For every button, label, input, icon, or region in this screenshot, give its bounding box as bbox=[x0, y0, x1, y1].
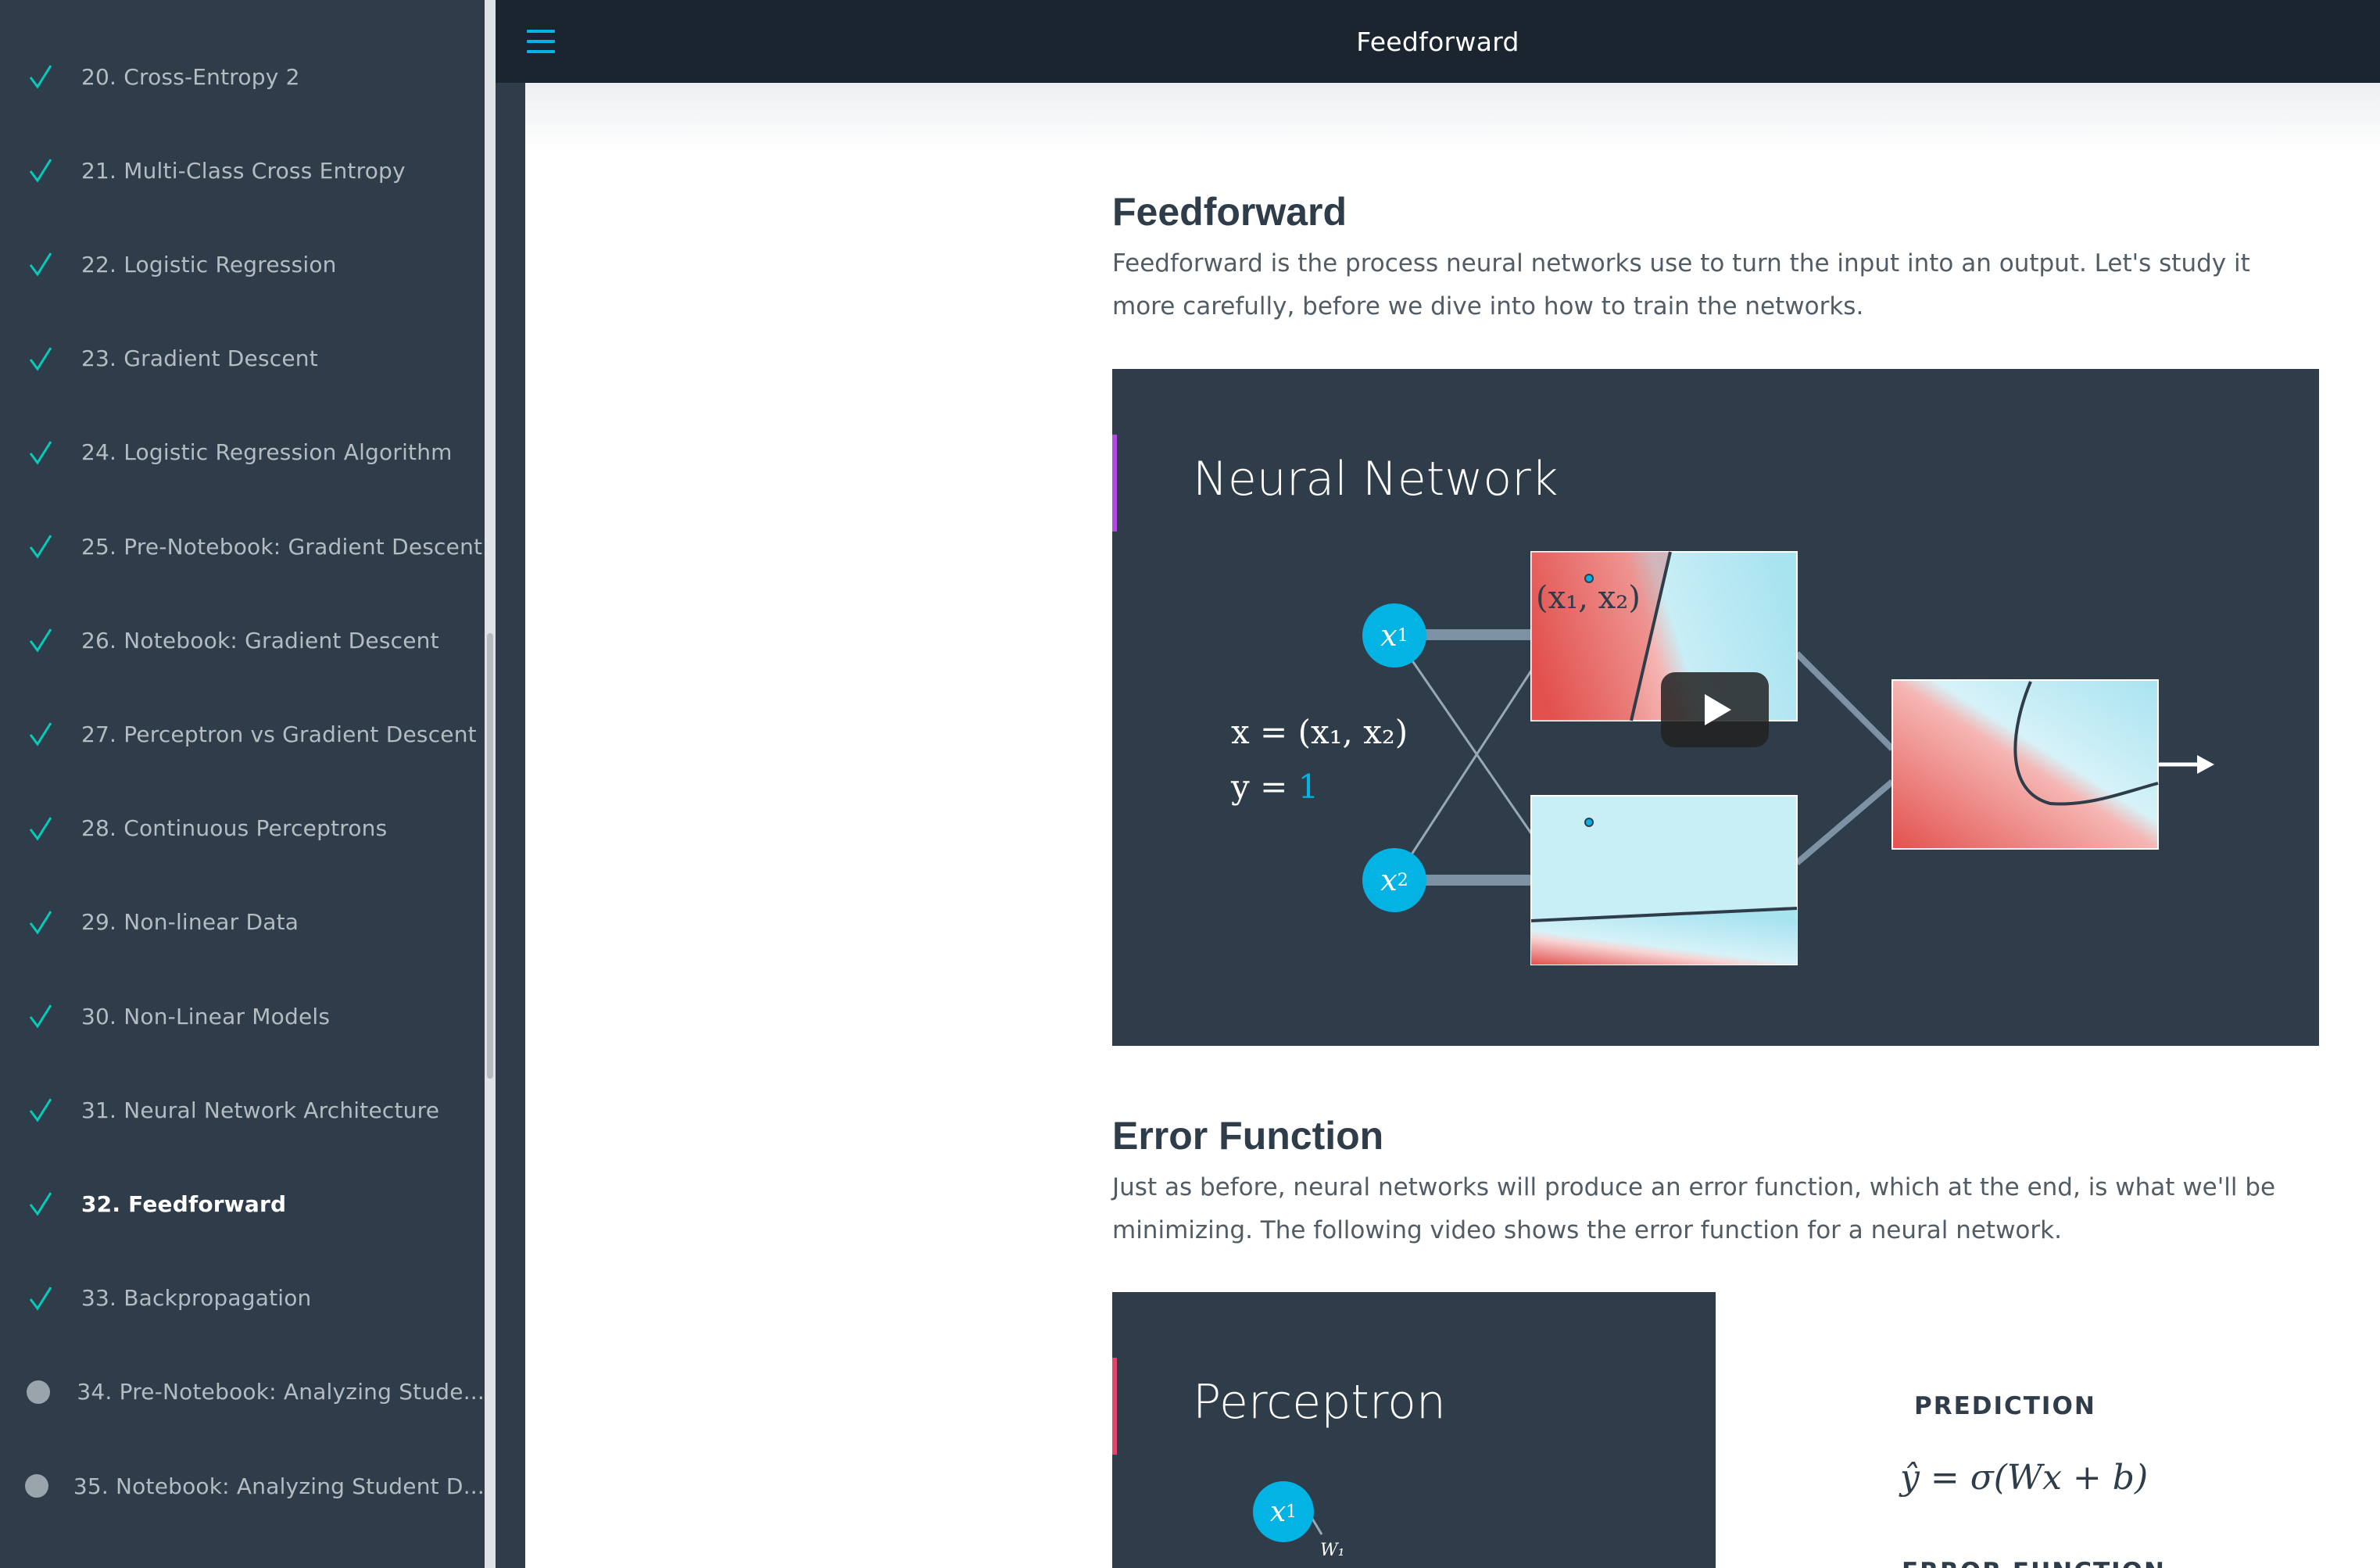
lesson-label: 27. Perceptron vs Gradient Descent bbox=[81, 721, 477, 747]
neural-network-video[interactable]: Neural Network (x₁, x₂) x 1 x 2 x = (x₁,… bbox=[1112, 369, 2319, 1046]
node-subscript: 1 bbox=[1397, 625, 1408, 646]
circle-icon bbox=[0, 1380, 77, 1404]
sidebar-lesson-item[interactable]: 27. Perceptron vs Gradient Descent bbox=[0, 687, 485, 781]
checkmark-icon bbox=[0, 627, 81, 653]
section-body: Feedforward is the process neural networ… bbox=[1112, 249, 2250, 320]
lesson-label: 32. Feedforward bbox=[81, 1190, 287, 1217]
content-gutter bbox=[496, 0, 525, 1568]
sidebar-lesson-item[interactable]: 34. Pre-Notebook: Analyzing Stude... bbox=[0, 1345, 485, 1439]
edge-top-output bbox=[1795, 651, 1895, 751]
lesson-label: 30. Non-Linear Models bbox=[81, 1003, 331, 1029]
sidebar-lesson-item[interactable]: 30. Non-Linear Models bbox=[0, 969, 485, 1063]
lesson-label: 25. Pre-Notebook: Gradient Descent bbox=[81, 533, 483, 560]
sidebar-lesson-item[interactable]: 28. Continuous Perceptrons bbox=[0, 782, 485, 875]
sidebar-lesson-item[interactable]: 32. Feedforward bbox=[0, 1157, 485, 1251]
feedforward-section: Feedforward Feedforward is the process n… bbox=[1112, 189, 2319, 328]
weight-label: W₁ bbox=[1320, 1541, 1345, 1560]
lesson-label: 20. Cross-Entropy 2 bbox=[81, 63, 300, 90]
lesson-label: 23. Gradient Descent bbox=[81, 345, 318, 372]
lesson-sidebar: 20. Cross-Entropy 2 21. Multi-Class Cross… bbox=[0, 0, 485, 1568]
lesson-label: 26. Notebook: Gradient Descent bbox=[81, 627, 439, 653]
sidebar-lesson-item[interactable]: 22. Logistic Regression bbox=[0, 217, 485, 311]
checkmark-icon bbox=[0, 157, 81, 184]
checkmark-icon bbox=[0, 439, 81, 466]
prediction-formula: ŷ = σ(Wx + b) bbox=[1900, 1458, 2149, 1498]
error-function-label: ERROR FUNCTION bbox=[1902, 1558, 2166, 1568]
sidebar-lesson-item[interactable]: 26. Notebook: Gradient Descent bbox=[0, 593, 485, 687]
input-node-x1: x1 bbox=[1253, 1481, 1314, 1542]
sidebar-lesson-item[interactable]: 24. Logistic Regression Algorithm bbox=[0, 406, 485, 499]
node-label: x bbox=[1380, 863, 1398, 897]
perceptron-video[interactable]: Perceptron x1 W₁ PREDICTION ŷ = σ(Wx + b… bbox=[1112, 1292, 2319, 1568]
node-subscript: 2 bbox=[1397, 870, 1408, 890]
sidebar-lesson-item[interactable]: 21. Multi-Class Cross Entropy bbox=[0, 124, 485, 217]
section-body: Just as before, neural networks will pro… bbox=[1112, 1173, 2276, 1244]
checkmark-icon bbox=[0, 533, 81, 560]
output-panel bbox=[1891, 679, 2159, 850]
bottom-hidden-panel bbox=[1530, 795, 1798, 965]
lesson-label: 22. Logistic Regression bbox=[81, 251, 337, 277]
sidebar-lesson-item[interactable]: 23. Gradient Descent bbox=[0, 312, 485, 406]
input-node-x1: x1 bbox=[1362, 603, 1426, 668]
edge-x1-bottom bbox=[1401, 646, 1536, 839]
perceptron-diagram bbox=[1297, 1495, 1323, 1535]
play-icon[interactable] bbox=[1661, 672, 1769, 747]
lesson-label: 35. Notebook: Analyzing Student D... bbox=[73, 1473, 485, 1499]
x-definition: x = (x₁, x₂) bbox=[1231, 713, 1408, 751]
edge-x2-top bbox=[1401, 665, 1536, 868]
sidebar-lesson-item[interactable]: 25. Pre-Notebook: Gradient Descent bbox=[0, 499, 485, 593]
sidebar-lesson-item[interactable]: 20. Cross-Entropy 2 bbox=[0, 30, 485, 124]
sidebar-lesson-item[interactable]: 31. Neural Network Architecture bbox=[0, 1063, 485, 1157]
checkmark-icon bbox=[0, 815, 81, 842]
checkmark-icon bbox=[0, 345, 81, 372]
output-arrow-head bbox=[2197, 755, 2214, 774]
page-title: Feedforward bbox=[1356, 27, 1519, 57]
checkmark-icon bbox=[0, 1003, 81, 1029]
lesson-label: 28. Continuous Perceptrons bbox=[81, 815, 388, 842]
checkmark-icon bbox=[0, 1097, 81, 1123]
checkmark-icon bbox=[0, 251, 81, 277]
sidebar-lesson-item[interactable]: 33. Backpropagation bbox=[0, 1251, 485, 1345]
node-label: x bbox=[1269, 1495, 1287, 1528]
node-label: x bbox=[1380, 618, 1398, 653]
node-subscript: 1 bbox=[1286, 1502, 1297, 1522]
error-function-section: Error Function Just as before, neural ne… bbox=[1112, 1113, 2319, 1252]
checkmark-icon bbox=[0, 909, 81, 936]
y-definition: y = 1 bbox=[1231, 768, 1319, 806]
prediction-label: PREDICTION bbox=[1914, 1392, 2096, 1420]
lesson-label: 33. Backpropagation bbox=[81, 1285, 312, 1312]
lesson-label: 31. Neural Network Architecture bbox=[81, 1097, 440, 1123]
lesson-label: 34. Pre-Notebook: Analyzing Stude... bbox=[77, 1379, 485, 1405]
checkmark-icon bbox=[0, 1190, 81, 1217]
circle-icon bbox=[0, 1474, 73, 1498]
section-heading: Error Function bbox=[1112, 1114, 1384, 1158]
lesson-label: 24. Logistic Regression Algorithm bbox=[81, 439, 453, 466]
point-label: (x₁, x₂) bbox=[1536, 580, 1641, 616]
edge-bottom-output bbox=[1795, 779, 1895, 866]
checkmark-icon bbox=[0, 63, 81, 90]
content-shadow bbox=[525, 83, 2380, 153]
y-prefix: y = bbox=[1231, 768, 1298, 806]
checkmark-icon bbox=[0, 1285, 81, 1312]
top-bar: Feedforward bbox=[496, 0, 2380, 83]
sidebar-scrollbar[interactable] bbox=[485, 0, 496, 1568]
y-value: 1 bbox=[1297, 768, 1319, 806]
lesson-label: 29. Non-linear Data bbox=[81, 909, 299, 936]
sidebar-lesson-item[interactable]: 35. Notebook: Analyzing Student D... bbox=[0, 1439, 485, 1533]
input-node-x2: x2 bbox=[1362, 848, 1426, 912]
sidebar-scrollbar-thumb[interactable] bbox=[487, 633, 493, 1079]
lesson-label: 21. Multi-Class Cross Entropy bbox=[81, 157, 406, 184]
lesson-content: Feedforward Feedforward is the process n… bbox=[525, 83, 2380, 1568]
section-heading: Feedforward bbox=[1112, 190, 1347, 234]
checkmark-icon bbox=[0, 721, 81, 747]
sidebar-lesson-item[interactable]: 29. Non-linear Data bbox=[0, 875, 485, 969]
